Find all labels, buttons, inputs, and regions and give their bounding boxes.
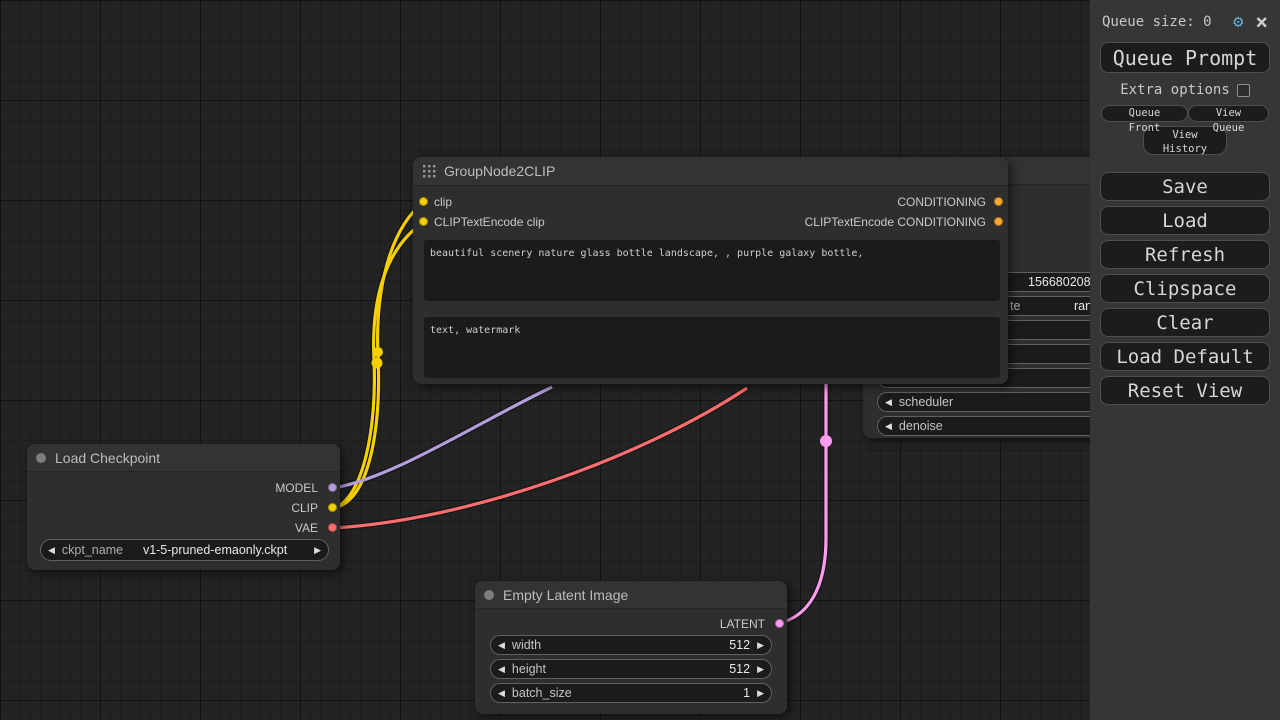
widget-label-fragment: te (1010, 299, 1020, 313)
widget-width[interactable]: ◀ width 512 ▶ (490, 635, 772, 655)
widget-batch-size[interactable]: ◀ batch_size 1 ▶ (490, 683, 772, 703)
extra-options-checkbox[interactable] (1237, 84, 1250, 97)
node-title-bar[interactable]: Load Checkpoint (27, 444, 340, 472)
load-button[interactable]: Load (1100, 206, 1270, 235)
widget-value: 512 (729, 662, 750, 676)
clip-input-port[interactable] (419, 197, 428, 206)
settings-gear-icon[interactable]: ⚙ (1233, 12, 1243, 32)
queue-size-value: 0 (1203, 14, 1211, 30)
collapse-dot-icon[interactable] (36, 453, 46, 463)
node-group-clip[interactable]: GroupNode2CLIP clip CLIPTextEncode clip … (413, 157, 1008, 384)
output-label: LATENT (720, 617, 765, 631)
decrement-arrow-icon[interactable]: ◀ (41, 546, 62, 555)
output-label: CLIP (291, 501, 318, 515)
model-output-port[interactable] (328, 483, 337, 492)
widget-value: 512 (729, 638, 750, 652)
node-title: Load Checkpoint (55, 450, 160, 466)
clip-input-port-2[interactable] (419, 217, 428, 226)
decrement-arrow-icon[interactable]: ◀ (491, 641, 512, 650)
save-button[interactable]: Save (1100, 172, 1270, 201)
clip-output-port[interactable] (328, 503, 337, 512)
positive-prompt-textarea[interactable]: beautiful scenery nature glass bottle la… (424, 240, 1000, 301)
clear-button[interactable]: Clear (1100, 308, 1270, 337)
increment-arrow-icon[interactable]: ▶ (750, 641, 771, 650)
queue-prompt-button[interactable]: Queue Prompt (1100, 42, 1270, 73)
vae-output-port[interactable] (328, 523, 337, 532)
close-icon[interactable]: × (1255, 15, 1268, 29)
decrement-arrow-icon[interactable]: ◀ (878, 422, 899, 431)
widget-label: height (512, 662, 546, 676)
group-node-icon (423, 165, 436, 178)
widget-height[interactable]: ◀ height 512 ▶ (490, 659, 772, 679)
view-queue-button[interactable]: View Queue (1188, 105, 1269, 122)
increment-arrow-icon[interactable]: ▶ (307, 546, 328, 555)
node-load-checkpoint[interactable]: Load Checkpoint MODEL CLIP VAE ◀ ckpt_na… (27, 444, 340, 570)
node-title-bar[interactable]: Empty Latent Image (475, 581, 787, 609)
output-label: VAE (295, 521, 318, 535)
decrement-arrow-icon[interactable]: ◀ (491, 689, 512, 698)
increment-arrow-icon[interactable]: ▶ (750, 689, 771, 698)
decrement-arrow-icon[interactable]: ◀ (878, 398, 899, 407)
seed-value: 1566802087 (1028, 275, 1098, 289)
output-label: CLIPTextEncode CONDITIONING (805, 215, 986, 229)
decrement-arrow-icon[interactable]: ◀ (491, 665, 512, 674)
conditioning-output-port[interactable] (994, 197, 1003, 206)
node-empty-latent-image[interactable]: Empty Latent Image LATENT ◀ width 512 ▶ … (475, 581, 787, 714)
widget-ckpt-name[interactable]: ◀ ckpt_name v1-5-pruned-emaonly.ckpt ▶ (40, 539, 329, 561)
collapse-dot-icon[interactable] (484, 590, 494, 600)
queue-front-button[interactable]: Queue Front (1101, 105, 1188, 122)
refresh-button[interactable]: Refresh (1100, 240, 1270, 269)
widget-value: v1-5-pruned-emaonly.ckpt (123, 543, 307, 557)
widget-value: 1 (743, 686, 750, 700)
extra-options-label: Extra options (1120, 82, 1230, 98)
comfy-menu: Queue size: 0 ⚙ × Queue Prompt Extra opt… (1090, 0, 1280, 720)
widget-label: batch_size (512, 686, 572, 700)
widget-label: scheduler (899, 395, 953, 409)
output-label: CONDITIONING (897, 195, 986, 209)
node-title: Empty Latent Image (503, 587, 628, 603)
node-title: GroupNode2CLIP (444, 163, 555, 179)
output-label: MODEL (275, 481, 318, 495)
input-label: clip (434, 195, 452, 209)
conditioning-output-port-2[interactable] (994, 217, 1003, 226)
negative-prompt-textarea[interactable]: text, watermark (424, 317, 1000, 378)
increment-arrow-icon[interactable]: ▶ (750, 665, 771, 674)
latent-output-port[interactable] (775, 619, 784, 628)
widget-label: ckpt_name (62, 543, 123, 557)
load-default-button[interactable]: Load Default (1100, 342, 1270, 371)
queue-size-label: Queue size: 0 (1102, 14, 1233, 30)
clipspace-button[interactable]: Clipspace (1100, 274, 1270, 303)
node-title-bar[interactable]: GroupNode2CLIP (413, 157, 1008, 186)
widget-label: denoise (899, 419, 943, 433)
widget-label: width (512, 638, 541, 652)
reset-view-button[interactable]: Reset View (1100, 376, 1270, 405)
input-label: CLIPTextEncode clip (434, 215, 545, 229)
